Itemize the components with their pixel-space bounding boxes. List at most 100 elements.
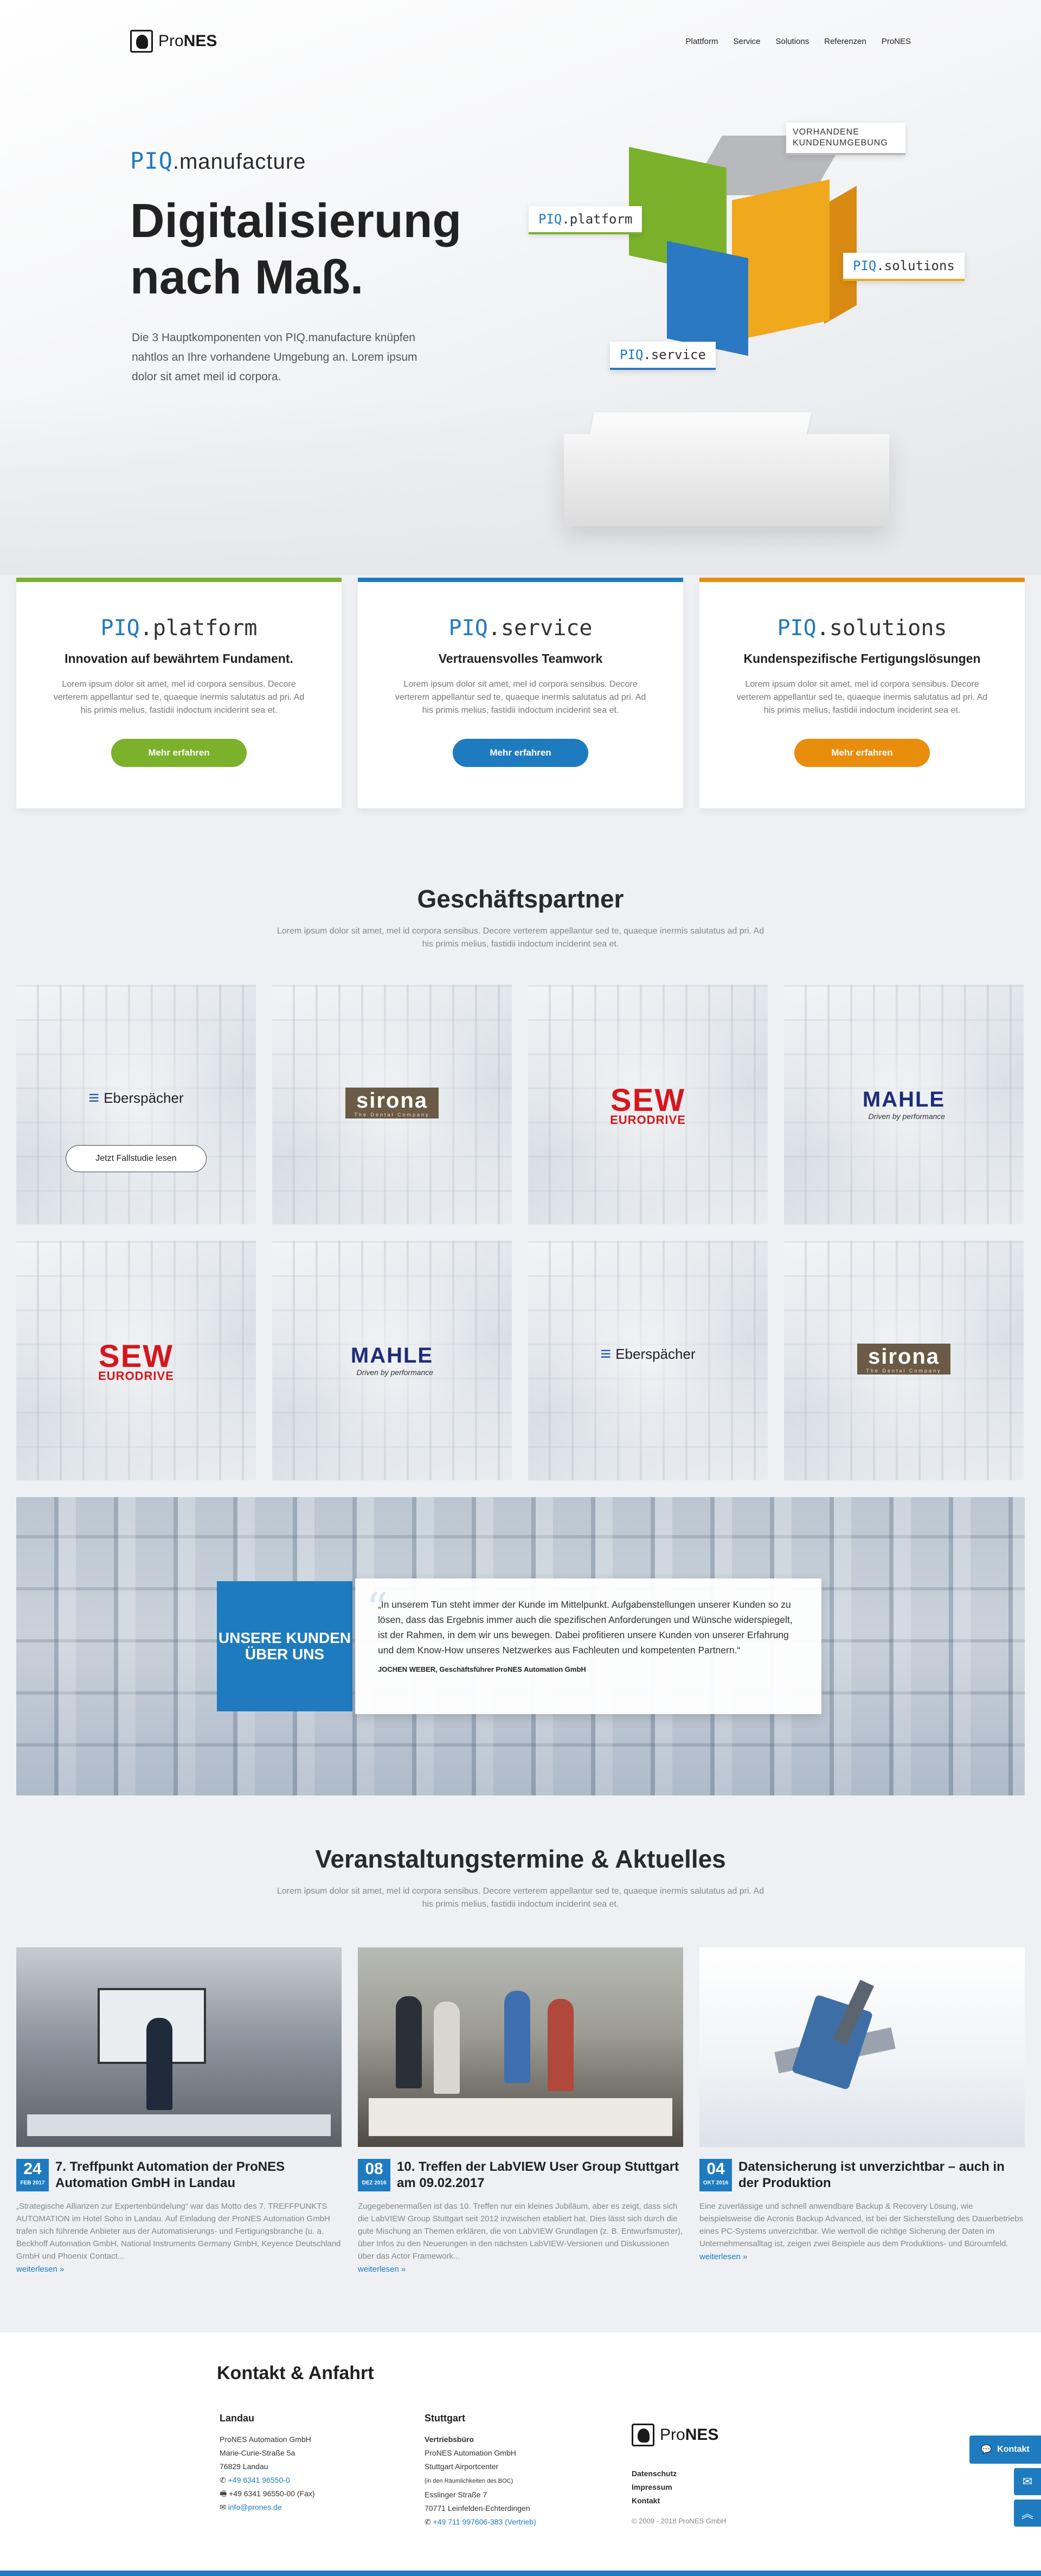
phone-link[interactable]: +49 6341 96550-0 — [228, 2476, 290, 2484]
news-date-badge: 08 DEZ 2016 — [358, 2159, 390, 2191]
pedestal-graphic — [564, 412, 889, 532]
sew-eurodrive-logo: SEW EURODRIVE — [610, 1083, 686, 1127]
mehr-erfahren-button[interactable]: Mehr erfahren — [794, 739, 930, 767]
head-icon — [632, 2424, 654, 2446]
eberspaecher-logo: ≡ Eberspächer — [88, 1088, 184, 1108]
card-logo: PIQ.service — [448, 616, 593, 641]
card-text: Lorem ipsum dolor sit amet, mel id corpo… — [395, 680, 646, 715]
chat-icon: 💬 — [981, 2445, 992, 2454]
link-kontakt[interactable]: Kontakt — [632, 2496, 660, 2505]
hero-product-name: PIQ.manufacture — [130, 148, 306, 174]
news-date-badge: 04 OKT 2016 — [699, 2159, 732, 2191]
news-title[interactable]: 7. Treffpunkt Automation der ProNES Auto… — [55, 2159, 342, 2191]
read-more-link[interactable]: weiterlesen » — [699, 2252, 1025, 2261]
mail-button[interactable]: ✉ — [1014, 2468, 1041, 2495]
link-datenschutz[interactable]: Datenschutz — [632, 2469, 677, 2478]
prones-logo[interactable]: ProNES — [130, 30, 217, 53]
mail-icon: ✉ — [220, 2503, 228, 2511]
testimonial-author: JOCHEN WEBER, Geschäftsführer ProNES Aut… — [378, 1665, 586, 1673]
card-text: Lorem ipsum dolor sit amet, mel id corpo… — [53, 680, 305, 715]
news-image-machine[interactable] — [699, 1947, 1025, 2147]
footer-logo[interactable]: ProNES — [632, 2424, 718, 2446]
phone-icon: ✆ — [220, 2476, 228, 2484]
partner-tile-eberspaecher[interactable]: ≡ Eberspächer — [528, 1241, 768, 1480]
testimonial-label: UNSERE KUNDEN ÜBER UNS — [217, 1581, 352, 1711]
mehr-erfahren-button[interactable]: Mehr erfahren — [453, 739, 588, 767]
partner-tile-mahle[interactable]: MAHLE Driven by performance — [272, 1241, 512, 1480]
double-chevron-up-icon: ︽ — [1021, 2507, 1033, 2521]
sew-eurodrive-logo: SEW EURODRIVE — [98, 1339, 174, 1383]
news-title: Veranstaltungstermine & Aktuelles — [315, 1845, 726, 1873]
partners-subtitle: Lorem ipsum dolor sit amet, mel id corpo… — [277, 926, 764, 949]
address-landau: Landau ProNES Automation GmbH Marie-Curi… — [220, 2413, 315, 2511]
feature-card-solutions: PIQ.solutions Kundenspezifische Fertigun… — [699, 578, 1025, 808]
card-headline: Innovation auf bewährtem Fundament. — [65, 651, 293, 666]
footer-links: Datenschutz Impressum Kontakt — [632, 2467, 677, 2508]
tag-kundenumgebung: VORHANDENE KUNDENUMGEBUNG — [786, 123, 905, 155]
partner-tile-sew[interactable]: SEW EURODRIVE — [16, 1241, 256, 1480]
card-headline: Kundenspezifische Fertigungslösungen — [743, 651, 981, 666]
news-title[interactable]: Datensicherung ist unverzichtbar – auch … — [738, 2159, 1025, 2191]
nav-solutions[interactable]: Solutions — [776, 37, 809, 46]
card-text: Lorem ipsum dolor sit amet, mel id corpo… — [736, 680, 988, 715]
sirona-logo: sirona The Dental Company — [345, 1088, 439, 1118]
feature-card-platform: PIQ.platform Innovation auf bewährtem Fu… — [16, 578, 342, 808]
email-link[interactable]: info@prones.de — [228, 2503, 282, 2511]
partner-tile-sirona[interactable]: sirona The Dental Company — [272, 985, 512, 1224]
partner-tile-eberspaecher[interactable]: ≡ Eberspächer Jetzt Fallstudie lesen — [16, 985, 256, 1224]
card-logo: PIQ.solutions — [777, 616, 947, 641]
tag-solutions: PIQ.solutions — [843, 253, 965, 281]
card-headline: Vertrauensvolles Teamwork — [438, 651, 603, 666]
site-footer: Kontakt & Anfahrt Landau ProNES Automati… — [0, 2332, 1041, 2576]
mehr-erfahren-button[interactable]: Mehr erfahren — [111, 739, 247, 767]
scroll-top-button[interactable]: ︽ — [1014, 2500, 1041, 2527]
testimonial-quote-box: “ „In unserem Tun steht immer der Kunde … — [355, 1578, 821, 1714]
partner-tile-sew[interactable]: SEW EURODRIVE — [528, 985, 768, 1224]
tag-platform: PIQ.platform — [529, 206, 642, 234]
card-logo: PIQ.platform — [100, 616, 258, 641]
nav-prones[interactable]: ProNES — [882, 37, 911, 46]
feature-cards: PIQ.platform Innovation auf bewährtem Fu… — [16, 578, 1025, 808]
nav-referenzen[interactable]: Referenzen — [824, 37, 866, 46]
testimonial-section: UNSERE KUNDEN ÜBER UNS “ „In unserem Tun… — [16, 1497, 1025, 1795]
phone-link[interactable]: +49 711 997606-383 (Vertrieb) — [433, 2517, 536, 2526]
tag-service: PIQ.service — [610, 342, 716, 370]
mahle-logo: MAHLE Driven by performance — [350, 1344, 434, 1377]
phone-icon: ✆ — [425, 2517, 433, 2526]
fallstudie-button[interactable]: Jetzt Fallstudie lesen — [66, 1145, 207, 1172]
sirona-logo: sirona The Dental Company — [857, 1344, 950, 1375]
partner-grid: ≡ Eberspächer Jetzt Fallstudie lesen siro… — [16, 985, 1025, 1480]
puzzle-cube-graphic — [629, 136, 857, 363]
eberspaecher-logo: ≡ Eberspächer — [600, 1344, 696, 1364]
read-more-link[interactable]: weiterlesen » — [16, 2265, 342, 2274]
mahle-logo: MAHLE Driven by performance — [862, 1088, 946, 1121]
fax-icon: 🖷 — [220, 2489, 229, 2498]
site-header: ProNES Plattform Service Solutions Refer… — [0, 0, 1041, 87]
partner-tile-sirona[interactable]: sirona The Dental Company — [784, 1241, 1024, 1480]
news-title[interactable]: 10. Treffen der LabVIEW User Group Stutt… — [397, 2159, 683, 2191]
footer-title: Kontakt & Anfahrt — [217, 2363, 374, 2383]
side-contact-button[interactable]: 💬 Kontakt — [969, 2436, 1041, 2464]
news-item: 08 DEZ 2016 10. Treffen der LabVIEW User … — [358, 1947, 683, 2274]
hero-title: Digitalisierung nach Maß. — [130, 194, 462, 304]
news-text: „Strategische Allianzen zur Expertenbünd… — [16, 2202, 341, 2261]
address-stuttgart: Stuttgart Vertriebsbüro ProNES Automatio… — [425, 2413, 536, 2526]
link-impressum[interactable]: Impressum — [632, 2483, 672, 2491]
nav-plattform[interactable]: Plattform — [685, 37, 718, 46]
mail-icon: ✉ — [1022, 2475, 1033, 2488]
side-contact-bar: 💬 Kontakt ✉ ︽ — [969, 2436, 1041, 2527]
news-list: 24 FEB 2017 7. Treffpunkt Automation der … — [16, 1947, 1025, 2274]
read-more-link[interactable]: weiterlesen » — [358, 2265, 683, 2274]
copyright: © 2009 - 2018 ProNES GmbH — [632, 2517, 727, 2525]
nav-service[interactable]: Service — [734, 37, 761, 46]
head-icon — [130, 30, 153, 53]
news-date-badge: 24 FEB 2017 — [16, 2159, 49, 2191]
news-item: 24 FEB 2017 7. Treffpunkt Automation der … — [16, 1947, 342, 2274]
news-text: Eine zuverlässige und schnell anwendbare… — [699, 2202, 1024, 2248]
news-image-meeting[interactable] — [358, 1947, 683, 2147]
feature-card-service: PIQ.service Vertrauensvolles Teamwork Lo… — [358, 578, 683, 808]
news-text: Zugegebenermaßen ist das 10. Treffen nur… — [358, 2202, 683, 2261]
hero-text: Die 3 Hauptkomponenten von PIQ.manufactu… — [132, 331, 417, 383]
partner-tile-mahle[interactable]: MAHLE Driven by performance — [784, 985, 1024, 1224]
news-image-presentation[interactable] — [16, 1947, 342, 2147]
